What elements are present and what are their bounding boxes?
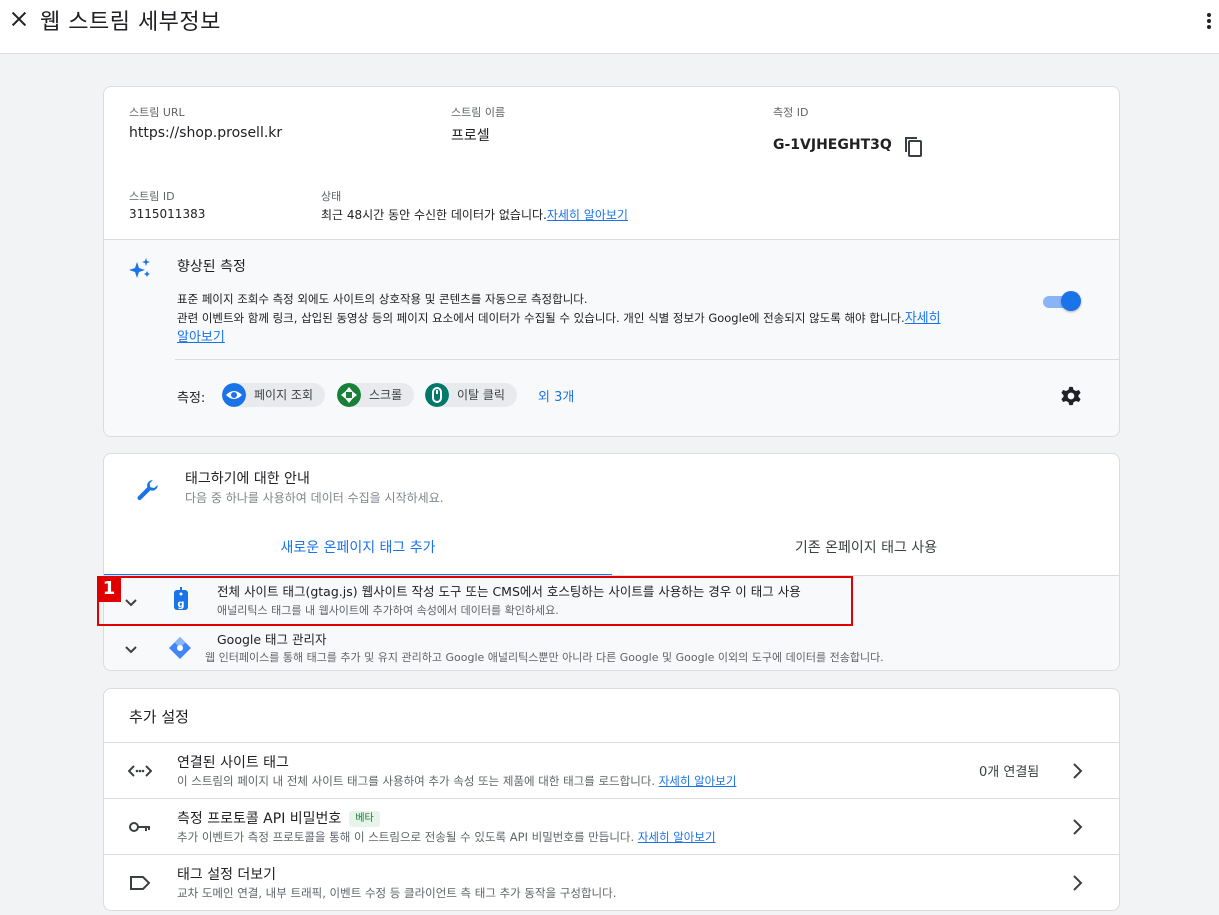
row-connected-title: 연결된 사이트 태그 bbox=[177, 755, 289, 771]
annotation-number: 1 bbox=[97, 576, 121, 602]
tag-manager-icon bbox=[169, 637, 191, 659]
stream-url-label: 스트림 URL bbox=[129, 106, 185, 119]
option-gtm[interactable]: Google 태그 관리자 웹 인터페이스를 통해 태그를 추가 및 유지 관리… bbox=[104, 627, 1119, 670]
key-icon bbox=[129, 822, 150, 832]
status-label: 상태 bbox=[321, 190, 342, 203]
toggle-knob bbox=[1061, 291, 1081, 311]
status-text: 최근 48시간 동안 수신한 데이터가 없습니다. bbox=[321, 208, 547, 222]
page-title: 웹 스트림 세부정보 bbox=[40, 10, 221, 35]
top-app-bar: 웹 스트림 세부정보 bbox=[0, 0, 1219, 54]
enhanced-measurement-section: 향상된 측정 표준 페이지 조회수 측정 외에도 사이트의 상호작용 및 콘텐츠… bbox=[104, 239, 1119, 436]
row-connected-learn-more[interactable]: 자세히 알아보기 bbox=[659, 774, 737, 788]
status-learn-more-link[interactable]: 자세히 알아보기 bbox=[547, 208, 628, 222]
enhanced-divider bbox=[175, 359, 1119, 360]
stream-id: 3115011383 bbox=[129, 207, 206, 221]
chip-page-view-label: 페이지 조회 bbox=[254, 388, 314, 402]
more-measurements-link[interactable]: 외 3개 bbox=[538, 386, 574, 405]
chevron-right-icon bbox=[1073, 875, 1083, 891]
row-measurement-protocol[interactable]: 측정 프로토콜 API 비밀번호 베타 추가 이벤트가 측정 프로토콜을 통해 이… bbox=[104, 798, 1119, 854]
additional-settings-card: 추가 설정 연결된 사이트 태그 이 스트림의 페이지 내 전체 사이트 태그를… bbox=[103, 688, 1120, 911]
row-protocol-desc-wrapper: 추가 이벤트가 측정 프로토콜을 통해 이 스트림으로 전송될 수 있도록 AP… bbox=[177, 829, 716, 845]
measurement-id: G-1VJHEGHT3Q bbox=[773, 137, 892, 153]
annotation-highlight-box bbox=[97, 576, 853, 626]
row-protocol-desc: 추가 이벤트가 측정 프로토콜을 통해 이 스트림으로 전송될 수 있도록 AP… bbox=[177, 830, 638, 844]
enhanced-desc-line1: 표준 페이지 조회수 측정 외에도 사이트의 상호작용 및 콘텐츠를 자동으로 … bbox=[177, 292, 588, 306]
chip-outbound-click: 이탈 클릭 bbox=[425, 383, 517, 407]
row-connected-desc: 이 스트림의 페이지 내 전체 사이트 태그를 사용하여 추가 속성 또는 제품… bbox=[177, 774, 659, 788]
scroll-icon bbox=[337, 383, 361, 407]
chip-scroll: 스크롤 bbox=[337, 383, 415, 407]
row-more-tag-settings[interactable]: 태그 설정 더보기 교차 도메인 연결, 내부 트래픽, 이벤트 수정 등 클라… bbox=[104, 854, 1119, 910]
enhanced-learn-more-part2-wrapper: 알아보기 bbox=[177, 326, 225, 345]
status-text-wrapper: 최근 48시간 동안 수신한 데이터가 없습니다.자세히 알아보기 bbox=[321, 206, 628, 223]
chip-scroll-label: 스크롤 bbox=[369, 388, 403, 402]
enhanced-measurement-toggle[interactable] bbox=[1043, 291, 1081, 311]
chevron-right-icon bbox=[1073, 819, 1083, 835]
wrench-icon bbox=[137, 480, 158, 501]
tagging-instructions-card: 태그하기에 대한 안내 다음 중 하나를 사용하여 데이터 수집을 시작하세요.… bbox=[103, 453, 1120, 671]
tab-new-tag[interactable]: 새로운 온페이지 태그 추가 bbox=[104, 534, 612, 576]
code-icon bbox=[128, 765, 152, 777]
enhanced-title: 향상된 측정 bbox=[177, 259, 246, 275]
sparkle-icon bbox=[129, 258, 150, 278]
more-vert-icon[interactable] bbox=[1203, 10, 1215, 32]
measure-label: 측정: bbox=[177, 391, 206, 406]
mouse-icon bbox=[425, 383, 449, 407]
measurement-id-label: 측정 ID bbox=[773, 106, 809, 119]
copy-icon[interactable] bbox=[903, 135, 925, 159]
row-protocol-title-wrapper: 측정 프로토콜 API 비밀번호 베타 bbox=[177, 808, 380, 828]
chevron-right-icon bbox=[1073, 763, 1083, 779]
stream-id-label: 스트림 ID bbox=[129, 190, 175, 203]
option-gtm-title: Google 태그 관리자 bbox=[217, 632, 327, 647]
chip-page-view: 페이지 조회 bbox=[222, 383, 326, 407]
enhanced-learn-more-part2[interactable]: 알아보기 bbox=[177, 330, 225, 345]
option-gtm-desc: 웹 인터페이스를 통해 태그를 추가 및 유지 관리하고 Google 애널리틱… bbox=[205, 651, 884, 664]
close-icon[interactable] bbox=[8, 8, 30, 30]
row-protocol-learn-more[interactable]: 자세히 알아보기 bbox=[638, 830, 716, 844]
tab-existing-tag[interactable]: 기존 온페이지 태그 사용 bbox=[612, 534, 1119, 576]
row-connected-site-tags[interactable]: 연결된 사이트 태그 이 스트림의 페이지 내 전체 사이트 태그를 사용하여 … bbox=[104, 742, 1119, 798]
beta-badge: 베타 bbox=[349, 811, 380, 827]
stream-name: 프로셀 bbox=[451, 128, 490, 144]
chip-outbound-click-label: 이탈 클릭 bbox=[457, 388, 505, 402]
enhanced-desc-line2-wrapper: 관련 이벤트와 함께 링크, 삽입된 동영상 등의 페이지 요소에서 데이터가 … bbox=[177, 307, 1037, 326]
chevron-down-icon bbox=[125, 646, 137, 654]
additional-settings-title: 추가 설정 bbox=[129, 708, 189, 726]
label-icon bbox=[130, 876, 151, 890]
row-connected-desc-wrapper: 이 스트림의 페이지 내 전체 사이트 태그를 사용하여 추가 속성 또는 제품… bbox=[177, 773, 736, 789]
stream-name-label: 스트림 이름 bbox=[451, 106, 506, 119]
row-more-title: 태그 설정 더보기 bbox=[177, 867, 277, 883]
eye-icon bbox=[222, 383, 246, 407]
gear-icon[interactable] bbox=[1061, 386, 1081, 406]
tagging-subtitle: 다음 중 하나를 사용하여 데이터 수집을 시작하세요. bbox=[185, 491, 444, 505]
tagging-title: 태그하기에 대한 안내 bbox=[185, 471, 310, 487]
enhanced-learn-more-part1[interactable]: 자세히 bbox=[905, 311, 941, 326]
stream-details-card: 스트림 URL https://shop.prosell.kr 스트림 이름 프… bbox=[103, 86, 1120, 437]
row-more-desc: 교차 도메인 연결, 내부 트래픽, 이벤트 수정 등 클라이언트 측 태그 추… bbox=[177, 886, 617, 900]
row-connected-count: 0개 연결됨 bbox=[979, 765, 1040, 780]
enhanced-desc-line2: 관련 이벤트와 함께 링크, 삽입된 동영상 등의 페이지 요소에서 데이터가 … bbox=[177, 311, 905, 325]
stream-url: https://shop.prosell.kr bbox=[129, 125, 283, 141]
row-protocol-title: 측정 프로토콜 API 비밀번호 bbox=[177, 811, 342, 827]
